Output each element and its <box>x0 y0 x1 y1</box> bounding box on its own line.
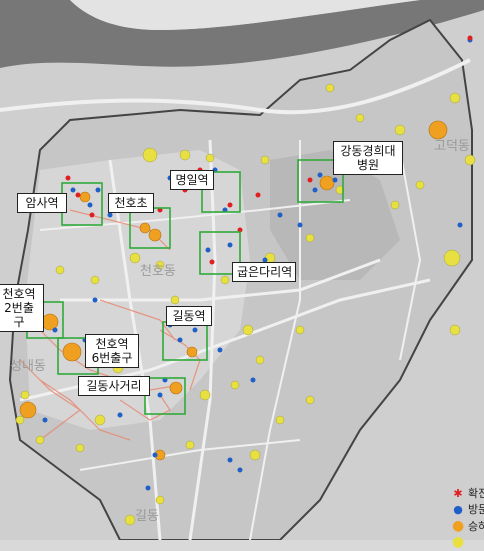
district-label-gildong: 길동 <box>135 509 159 524</box>
label-cheonho-exit6: 천호역 6번출구 <box>85 334 139 368</box>
legend-item-other: ● <box>452 534 468 550</box>
label-gildong-junction: 길동사거리 <box>78 376 150 396</box>
legend-item-visit: ● 방문 <box>452 502 484 518</box>
orange-circle-icon: ● <box>452 518 465 534</box>
label-gildong-station: 길동역 <box>166 306 212 326</box>
map-legend: ✱ 확진 ● 방문 ● 승하 ● <box>452 486 484 550</box>
label-cheonho-exit2: 천호역 2번출구 <box>0 284 44 332</box>
label-cheonho-school: 천호초 <box>108 193 154 213</box>
district-label-seongnae: 성내동 <box>10 359 46 374</box>
legend-label-confirmed: 확진 <box>468 487 484 500</box>
label-gubeun-station: 굽은다리역 <box>232 262 296 282</box>
yellow-circle-icon: ● <box>452 534 465 550</box>
legend-item-transit: ● 승하 <box>452 518 484 534</box>
label-gangdong-hospital: 강동경희대 병원 <box>333 141 403 175</box>
legend-item-confirmed: ✱ 확진 <box>452 486 484 502</box>
star-icon: ✱ <box>453 487 463 500</box>
district-label-cheonho: 천호동 <box>140 264 176 279</box>
label-myeongil-station: 명일역 <box>170 170 214 190</box>
legend-label-transit: 승하 <box>468 520 484 533</box>
dot-icon: ● <box>453 503 463 516</box>
label-amsa-station: 암사역 <box>17 193 67 213</box>
district-label-godeok: 고덕동 <box>434 139 470 154</box>
legend-label-visit: 방문 <box>468 503 484 516</box>
